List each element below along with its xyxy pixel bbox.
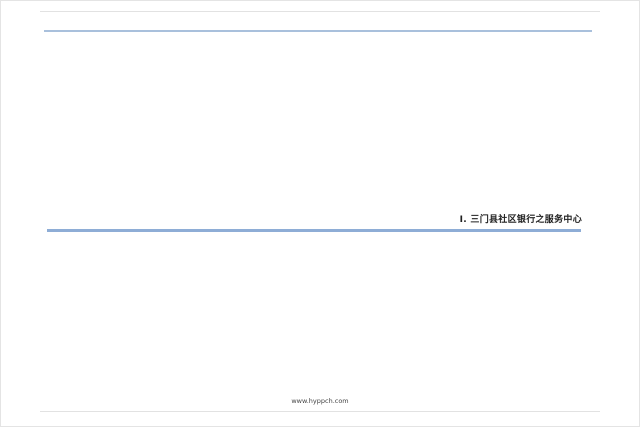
section-heading-rule: [47, 229, 581, 232]
header-rule: [44, 30, 592, 32]
footer-url: www.hyppch.com: [291, 397, 349, 405]
bottom-divider: [40, 411, 600, 412]
section-heading: Ⅰ. 三门县社区银行之服务中心: [459, 215, 582, 225]
top-divider: [40, 11, 600, 12]
